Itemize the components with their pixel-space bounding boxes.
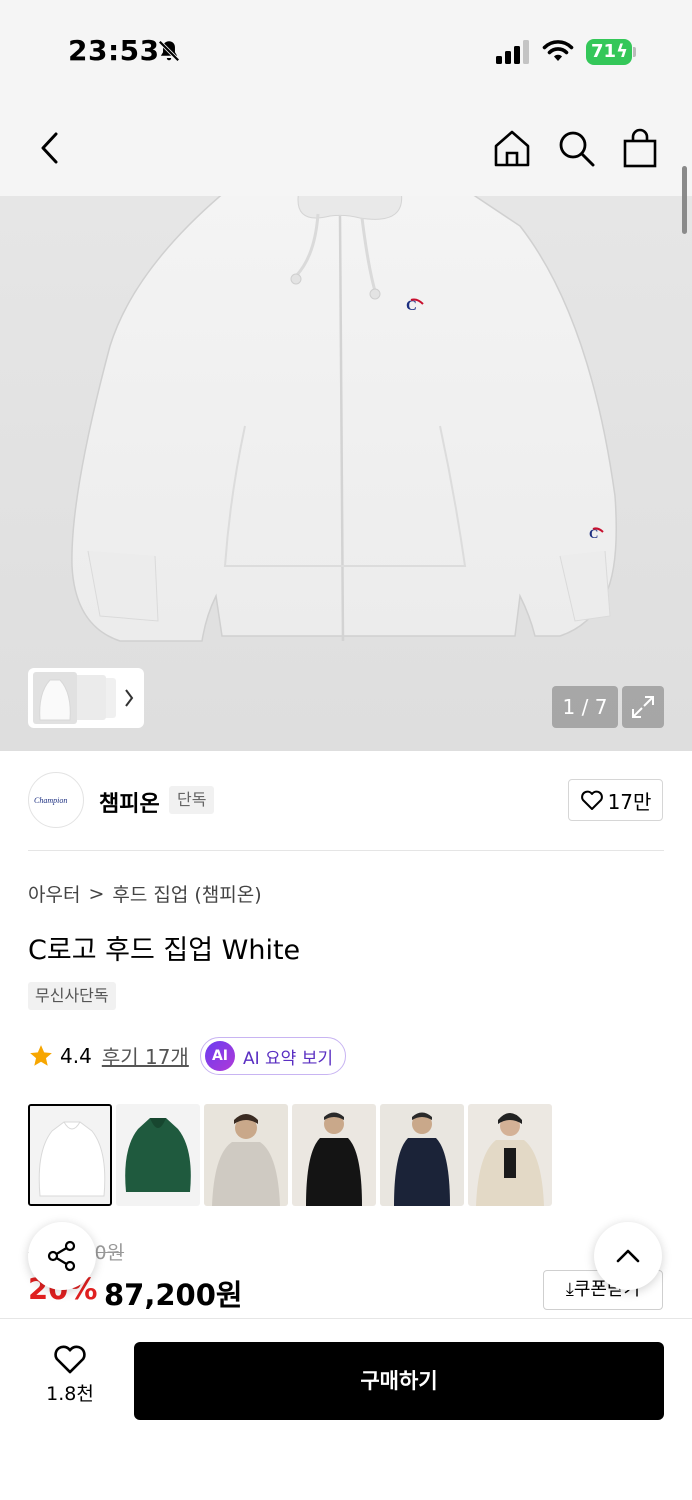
brand-logo[interactable]: Champion [28, 772, 84, 828]
download-icon: ⤓ [565, 1279, 574, 1300]
color-swatch-white-image [30, 1106, 110, 1204]
home-icon [494, 130, 530, 167]
shopping-bag-icon [623, 128, 657, 168]
status-time: 23:53 [68, 34, 160, 67]
product-detail-page: 23:53 71ϟ C C 1 / 7 Champion 챔피온 단독 17만 … [0, 0, 692, 1500]
gallery-thumbnail-strip[interactable] [28, 668, 144, 728]
model-photo-grey-image [204, 1104, 288, 1206]
cart-button[interactable] [618, 126, 662, 170]
product-title: C로고 후드 집업 White [28, 935, 301, 966]
model-photo-navy-image [380, 1104, 464, 1206]
exclusive-label: 무신사단독 [28, 982, 116, 1010]
color-option-model-grey[interactable] [204, 1104, 288, 1206]
buy-button[interactable]: 구매하기 [134, 1342, 664, 1420]
battery-indicator: 71ϟ [586, 39, 632, 65]
color-option-model-black[interactable] [292, 1104, 376, 1206]
wishlist-button[interactable]: 1.8천 [28, 1343, 112, 1413]
review-link[interactable]: 후기 17개 [102, 1041, 189, 1070]
color-option-green[interactable] [116, 1104, 200, 1206]
star-icon [30, 1044, 52, 1066]
share-icon [47, 1240, 76, 1272]
svg-text:Champion: Champion [34, 796, 67, 805]
bottom-purchase-bar: 1.8천 구매하기 [0, 1318, 692, 1500]
champion-logo-icon: Champion [34, 796, 67, 805]
model-photo-cream-image [468, 1104, 552, 1206]
breadcrumb-category[interactable]: 아우터 [28, 880, 80, 907]
model-photo-black-image [292, 1104, 376, 1206]
share-button[interactable] [28, 1222, 96, 1290]
wishlist-count: 1.8천 [46, 1383, 94, 1405]
search-button[interactable] [554, 126, 598, 170]
bell-muted-icon [158, 40, 180, 62]
status-bar: 23:53 71ϟ [0, 0, 692, 100]
section-divider [28, 850, 664, 851]
search-icon [559, 131, 595, 167]
ai-badge-icon: AI [205, 1041, 235, 1071]
brand-name[interactable]: 챔피온 [99, 786, 160, 818]
rating-value: 4.4 [60, 1043, 92, 1068]
breadcrumb-subcategory[interactable]: 후드 집업 (챔피온) [112, 880, 261, 907]
expand-gallery-button[interactable] [622, 686, 664, 728]
brand-like-count: 17만 [607, 789, 652, 814]
ai-summary-button[interactable]: AI AI 요약 보기 [200, 1037, 347, 1075]
chevron-up-icon [616, 1249, 640, 1263]
thumbnail-stack-icon [33, 672, 134, 724]
heart-icon [580, 790, 603, 810]
color-option-model-navy[interactable] [380, 1104, 464, 1206]
page-scrollbar[interactable] [682, 166, 687, 234]
sale-price: 87,200원 [104, 1278, 243, 1312]
battery-level: 71 [591, 41, 617, 62]
expand-icon [632, 696, 654, 718]
heart-icon [54, 1345, 86, 1374]
charging-bolt-icon: ϟ [616, 41, 628, 62]
gallery-counter: 1 / 7 [552, 686, 618, 728]
scroll-to-top-button[interactable] [594, 1222, 662, 1290]
brand-like-button[interactable]: 17만 [568, 779, 663, 821]
breadcrumb: 아우터 > 후드 집업 (챔피온) [28, 880, 262, 907]
top-navigation-bar [0, 100, 692, 196]
battery-cap [633, 47, 636, 57]
color-swatch-green-image [116, 1104, 200, 1206]
home-button[interactable] [490, 126, 534, 170]
chevron-left-icon [41, 132, 58, 164]
rating-row: 4.4 후기 17개 [28, 1041, 189, 1070]
brand-exclusive-badge: 단독 [169, 786, 215, 814]
cellular-signal-icon [496, 40, 529, 64]
ai-summary-label: AI 요약 보기 [243, 1048, 334, 1069]
color-option-model-cream[interactable] [468, 1104, 552, 1206]
breadcrumb-separator: > [88, 882, 105, 905]
color-option-white[interactable] [28, 1104, 112, 1206]
back-button[interactable] [28, 126, 72, 170]
wifi-icon [542, 40, 574, 61]
